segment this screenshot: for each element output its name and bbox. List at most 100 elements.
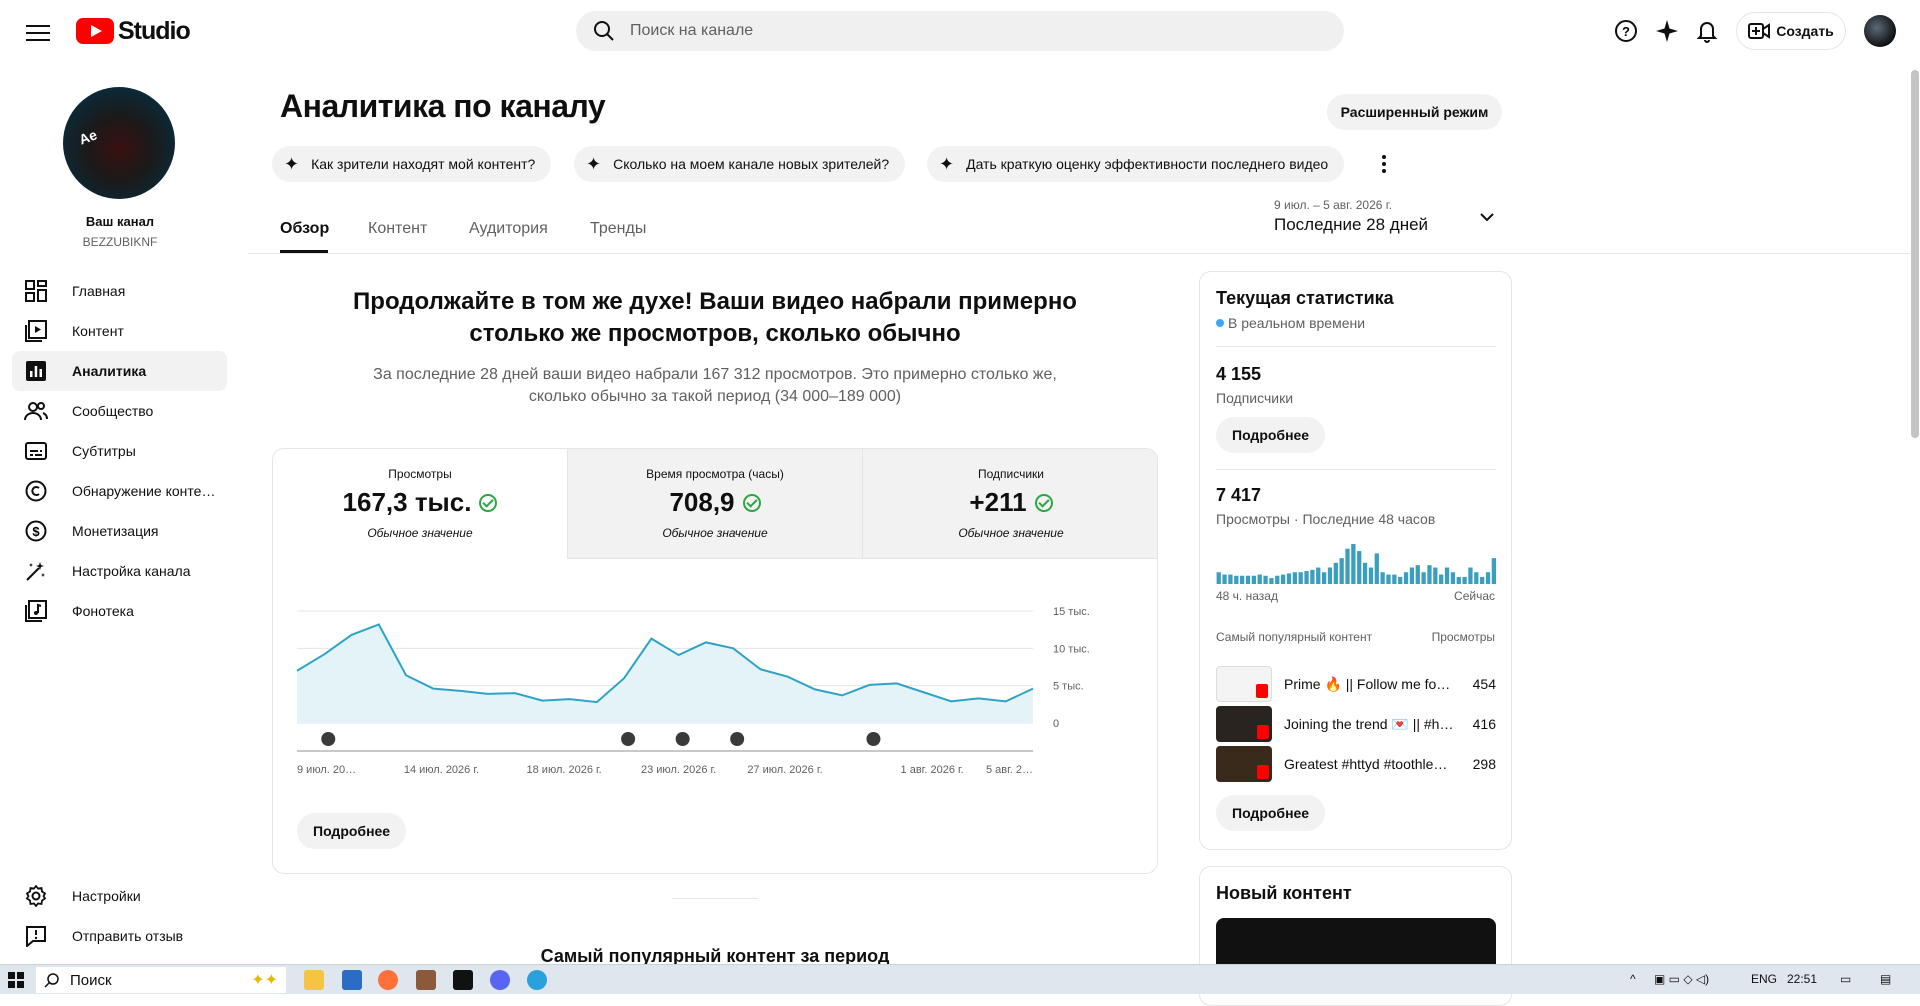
realtime-bar — [1217, 572, 1221, 584]
shorts-badge-icon — [1257, 765, 1269, 779]
sidebar-item-settings[interactable]: Настройки — [12, 876, 227, 916]
realtime-bar — [1462, 577, 1466, 584]
store-icon[interactable] — [342, 970, 362, 990]
top-bar: Studio ? Создать — [0, 0, 1920, 64]
ai-chip-last-video[interactable]: ✦Дать краткую оценку эффективности после… — [927, 146, 1344, 182]
metric-subscribers[interactable]: Подписчики +211 Обычное значение — [863, 449, 1158, 559]
advanced-mode-button[interactable]: Расширенный режим — [1327, 94, 1502, 130]
page-title: Аналитика по каналу — [280, 88, 605, 125]
menu-icon[interactable] — [24, 20, 52, 44]
metric-note: Обычное значение — [568, 526, 862, 540]
sidebar-item-copyright[interactable]: Обнаружение контен… — [12, 471, 227, 511]
date-range-selector[interactable]: 9 июл. – 5 авг. 2026 г. Последние 28 дне… — [1274, 198, 1428, 235]
realtime-bar — [1328, 568, 1332, 584]
scrollbar[interactable] — [1910, 64, 1920, 964]
discord-icon[interactable] — [490, 970, 510, 990]
sidebar-item-audio-library[interactable]: Фонотека — [12, 591, 227, 631]
taskbar-search[interactable]: Поиск ✦✦ — [36, 967, 286, 993]
sidebar-item-subtitles[interactable]: Субтитры — [12, 431, 227, 471]
scrollbar-thumb[interactable] — [1911, 70, 1919, 438]
sidebar-item-customization[interactable]: Настройка канала — [12, 551, 227, 591]
studio-logo[interactable]: Studio — [76, 16, 190, 46]
metric-value: +211 — [969, 487, 1026, 518]
more-options-icon[interactable] — [1374, 150, 1394, 178]
clock[interactable]: 22:51 — [1787, 972, 1817, 986]
create-button[interactable]: Создать — [1736, 12, 1846, 50]
sidebar-item-label: Монетизация — [72, 523, 222, 539]
search-input[interactable] — [630, 22, 1230, 40]
subscribers-details-button[interactable]: Подробнее — [1216, 417, 1325, 453]
bars-start-label: 48 ч. назад — [1216, 589, 1278, 603]
app-h-icon[interactable] — [453, 970, 473, 990]
ai-chip-traffic[interactable]: ✦Как зрители находят мой контент? — [272, 146, 551, 182]
search-icon[interactable] — [592, 19, 616, 43]
file-explorer-icon[interactable] — [304, 970, 324, 990]
sidebar-item-dashboard[interactable]: Главная — [12, 271, 227, 311]
firefox-icon[interactable] — [378, 970, 398, 990]
metric-watch-time[interactable]: Время просмотра (часы) 708,9 Обычное зна… — [568, 449, 863, 559]
sidebar-item-content[interactable]: Контент — [12, 311, 227, 351]
views-chart[interactable]: 15 тыс.10 тыс.5 тыс.09 июл. 20…14 июл. 2… — [273, 599, 1157, 799]
top-content-details-button[interactable]: Подробнее — [1216, 795, 1325, 831]
metric-title: Подписчики — [863, 467, 1158, 481]
metric-views[interactable]: Просмотры 167,3 тыс. Обычное значение — [273, 449, 568, 559]
sidebar-item-label: Настройка канала — [72, 563, 222, 579]
date-range-label: Последние 28 дней — [1274, 215, 1428, 235]
sparkle-icon[interactable] — [1654, 18, 1680, 44]
realtime-bar — [1234, 576, 1238, 584]
video-views: 416 — [1473, 716, 1496, 732]
shorts-badge-icon — [1257, 725, 1269, 739]
metric-note: Обычное значение — [863, 526, 1158, 540]
chevron-down-icon[interactable] — [1480, 210, 1494, 224]
taskbar-search-label: Поиск — [70, 972, 112, 989]
sidebar-item-feedback[interactable]: Отправить отзыв — [12, 916, 227, 956]
help-icon[interactable]: ? — [1613, 18, 1639, 44]
y-tick-label: 10 тыс. — [1053, 643, 1090, 655]
search-bar[interactable] — [576, 11, 1344, 51]
app-icon[interactable] — [416, 970, 436, 990]
ai-chip-new-viewers[interactable]: ✦Сколько на моем канале новых зрителей? — [574, 146, 905, 182]
tab-trends[interactable]: Тренды — [590, 220, 646, 238]
x-tick-label: 1 авг. 2026 г. — [901, 764, 964, 776]
tab-overview[interactable]: Обзор — [280, 220, 329, 238]
customization-icon — [24, 559, 48, 583]
check-circle-icon — [1035, 494, 1053, 512]
notification-center-icon[interactable]: ▤ — [1880, 972, 1891, 986]
notifications-icon[interactable] — [1694, 18, 1720, 44]
realtime-bar — [1480, 577, 1484, 584]
windows-start-icon[interactable] — [8, 972, 24, 988]
realtime-bar-chart[interactable] — [1216, 544, 1497, 584]
sidebar-item-label: Настройки — [72, 888, 222, 904]
chip-label: Сколько на моем канале новых зрителей? — [613, 156, 889, 172]
realtime-bar — [1299, 572, 1303, 584]
sidebar-item-community[interactable]: Сообщество — [12, 391, 227, 431]
metric-value: 167,3 тыс. — [343, 487, 472, 518]
tray-chevron-icon[interactable]: ^ — [1630, 972, 1636, 986]
tab-audience[interactable]: Аудитория — [469, 220, 548, 238]
account-avatar[interactable] — [1864, 15, 1896, 47]
realtime-bar — [1421, 572, 1425, 584]
realtime-bar — [1316, 568, 1320, 584]
realtime-bar — [1222, 575, 1226, 584]
channel-avatar[interactable]: Ae — [63, 87, 175, 199]
sidebar-item-monetization[interactable]: $ Монетизация — [12, 511, 227, 551]
keyboard-icon[interactable]: ▭ — [1840, 972, 1851, 986]
subscribers-label: Подписчики — [1216, 390, 1293, 406]
details-button[interactable]: Подробнее — [297, 813, 406, 849]
search-icon — [44, 972, 60, 988]
telegram-icon[interactable] — [527, 970, 547, 990]
shorts-marker-icon — [621, 732, 635, 746]
top-content-row[interactable]: Prime 🔥 || Follow me for… 454 — [1216, 664, 1496, 704]
chart-area — [297, 624, 1033, 723]
x-tick-label: 18 июл. 2026 г. — [527, 764, 602, 776]
tray-icons[interactable]: ▣ ▭ ◇ ◁) — [1654, 972, 1709, 986]
top-content-row[interactable]: Greatest #httyd #toothle… 298 — [1216, 744, 1496, 784]
language-indicator[interactable]: ENG — [1751, 972, 1777, 986]
top-content-row[interactable]: Joining the trend 💌 || #h… 416 — [1216, 704, 1496, 744]
sidebar-item-label: Контент — [72, 323, 222, 339]
realtime-bar — [1252, 576, 1256, 584]
community-icon — [24, 399, 48, 423]
tab-content[interactable]: Контент — [368, 220, 427, 238]
sidebar-item-analytics[interactable]: Аналитика — [12, 351, 227, 391]
sidebar-item-label: Отправить отзыв — [72, 928, 222, 944]
